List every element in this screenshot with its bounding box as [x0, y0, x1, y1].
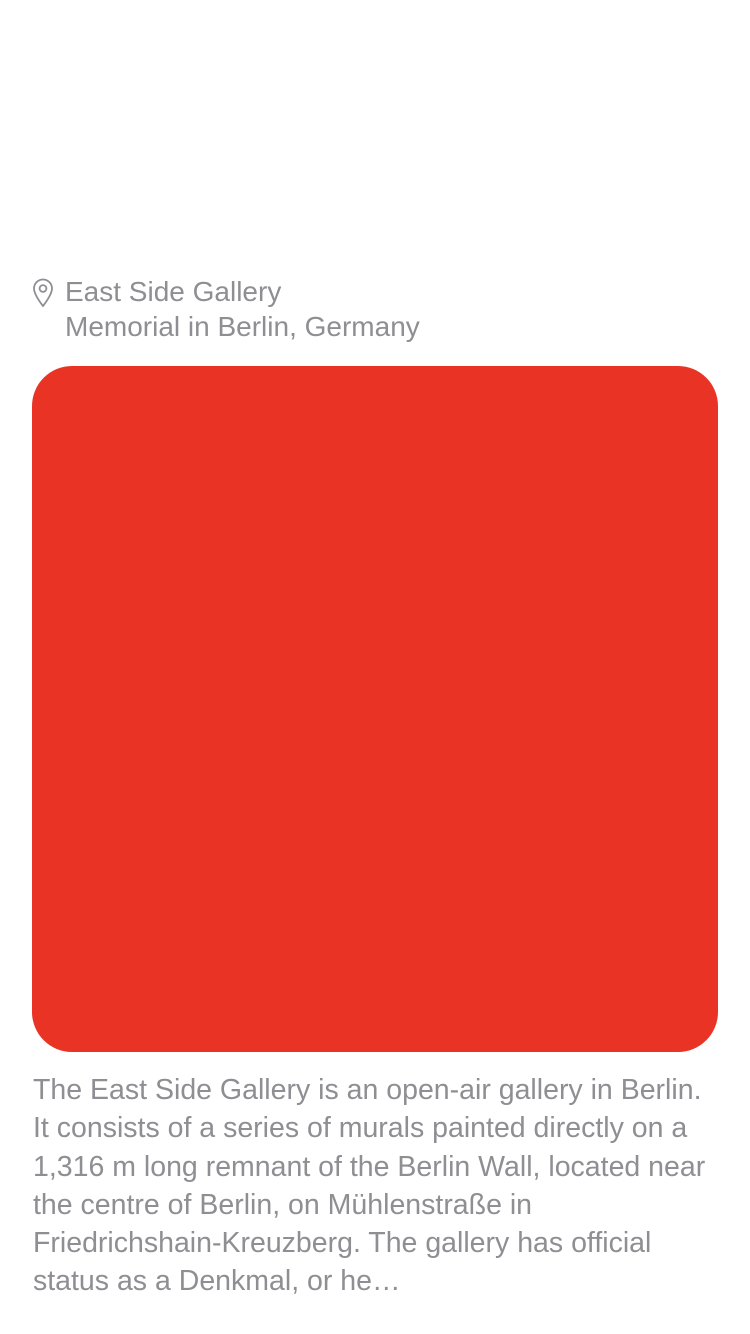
location-pin-icon	[32, 278, 54, 308]
location-subtitle: Memorial in Berlin, Germany	[65, 311, 420, 342]
media-image[interactable]	[32, 366, 718, 1052]
description-text: The East Side Gallery is an open-air gal…	[33, 1074, 706, 1298]
location-header: East Side Gallery Memorial in Berlin, Ge…	[32, 274, 420, 344]
location-title: East Side Gallery	[65, 276, 282, 307]
